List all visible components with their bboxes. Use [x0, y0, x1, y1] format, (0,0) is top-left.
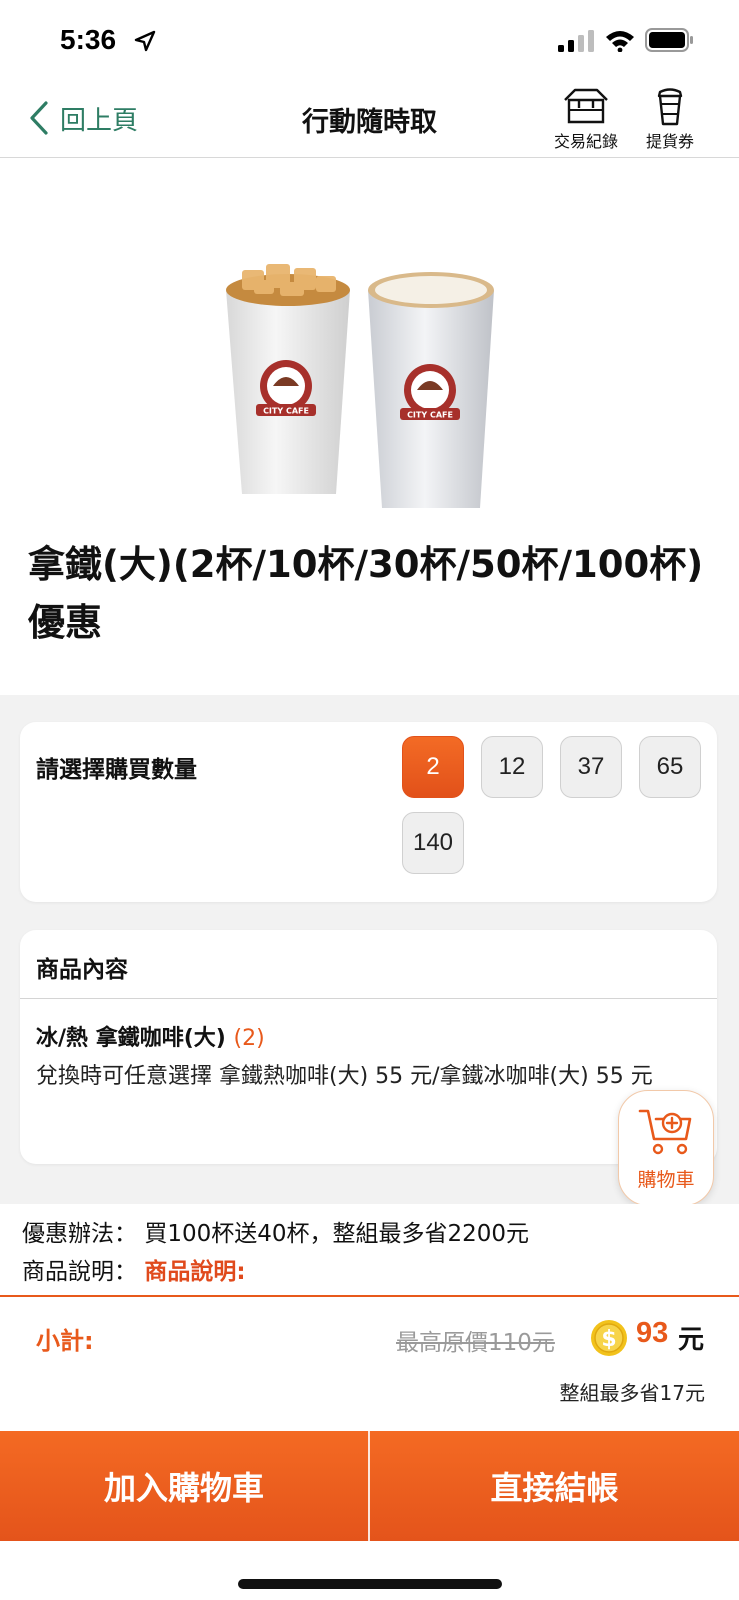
coin-icon: $	[591, 1320, 627, 1356]
coffee-cup-icon	[657, 88, 683, 126]
cup-brand-text: CITY CAFE	[407, 411, 453, 420]
quantity-option-140[interactable]: 140	[402, 812, 464, 874]
quantity-option-12[interactable]: 12	[481, 736, 543, 798]
floating-cart-label: 購物車	[637, 1169, 695, 1191]
floating-cart-button[interactable]: 購物車	[618, 1090, 714, 1206]
product-description-link[interactable]: 商品說明:	[144, 1259, 245, 1285]
promo-description: 商品說明： 商品說明:	[22, 1252, 246, 1286]
promo-method-text: 買100杯送40杯，整組最多省2200元	[144, 1221, 530, 1247]
quantity-option-2[interactable]: 2	[402, 736, 464, 798]
product-image: CITY CAFE CITY CAFE	[226, 264, 494, 508]
product-section: CITY CAFE CITY CAFE 拿鐵(大)(2杯/10杯/30杯/50杯…	[0, 158, 739, 695]
add-to-cart-button[interactable]: 加入購物車	[0, 1431, 368, 1541]
quantity-option-37[interactable]: 37	[560, 736, 622, 798]
content-description: 兌換時可任意選擇 拿鐵熱咖啡(大) 55 元/拿鐵冰咖啡(大) 55 元	[36, 1064, 653, 1089]
savings-text: 整組最多省17元	[559, 1381, 705, 1405]
transactions-label: 交易紀錄	[553, 132, 618, 151]
promo-info: 優惠辦法： 買100杯送40杯，整組最多省2200元 商品說明： 商品說明:	[0, 1204, 739, 1296]
location-arrow-icon	[134, 30, 156, 52]
content-heading: 商品內容	[36, 957, 128, 983]
quantity-card: 請選擇購買數量 2 12 37 65 140	[20, 722, 717, 902]
price-value: 93	[636, 1317, 669, 1349]
vouchers-label: 提貨券	[645, 132, 694, 151]
cup-brand-text: CITY CAFE	[263, 407, 309, 416]
promo-method: 優惠辦法： 買100杯送40杯，整組最多省2200元	[22, 1214, 529, 1248]
cart-add-icon	[638, 1109, 692, 1155]
subtotal-section: 小計: 最高原價110元 $ 93 元 整組最多省17元	[0, 1297, 739, 1431]
product-content-card: 商品內容 冰/熱 拿鐵咖啡(大) (2) 兌換時可任意選擇 拿鐵熱咖啡(大) 5…	[20, 930, 717, 1164]
quantity-label: 請選擇購買數量	[36, 757, 197, 783]
shopping-bag-icon	[564, 88, 608, 124]
action-bar: 加入購物車 直接結帳	[0, 1431, 739, 1541]
nav-bar: 回上頁 行動隨時取 交易紀錄 提貨券	[0, 80, 739, 158]
wifi-icon	[606, 31, 634, 52]
divider	[20, 998, 717, 999]
svg-text:$: $	[601, 1327, 616, 1352]
promo-method-label: 優惠辦法：	[22, 1221, 137, 1247]
content-item: 冰/熱 拿鐵咖啡(大) (2)	[36, 1020, 265, 1052]
page-title: 行動隨時取	[302, 107, 437, 138]
battery-icon	[645, 28, 693, 52]
price-unit: 元	[678, 1325, 705, 1355]
home-area	[0, 1541, 739, 1600]
status-bar: 5:36	[0, 0, 739, 80]
home-indicator[interactable]	[238, 1579, 502, 1589]
product-title: 拿鐵(大)(2杯/10杯/30杯/50杯/100杯)優惠	[28, 543, 704, 644]
transactions-button[interactable]: 交易紀錄	[546, 86, 626, 152]
original-price: 最高原價110元	[396, 1330, 555, 1356]
promo-desc-label: 商品說明：	[22, 1259, 137, 1285]
checkout-button[interactable]: 直接結帳	[370, 1431, 739, 1541]
content-item-name: 冰/熱 拿鐵咖啡(大)	[36, 1026, 226, 1051]
cellular-signal-icon	[558, 30, 594, 52]
status-time: 5:36	[60, 24, 117, 55]
vouchers-button[interactable]: 提貨券	[630, 86, 710, 152]
quantity-option-65[interactable]: 65	[639, 736, 701, 798]
subtotal-label: 小計:	[36, 1327, 94, 1355]
content-item-count: (2)	[233, 1026, 265, 1051]
